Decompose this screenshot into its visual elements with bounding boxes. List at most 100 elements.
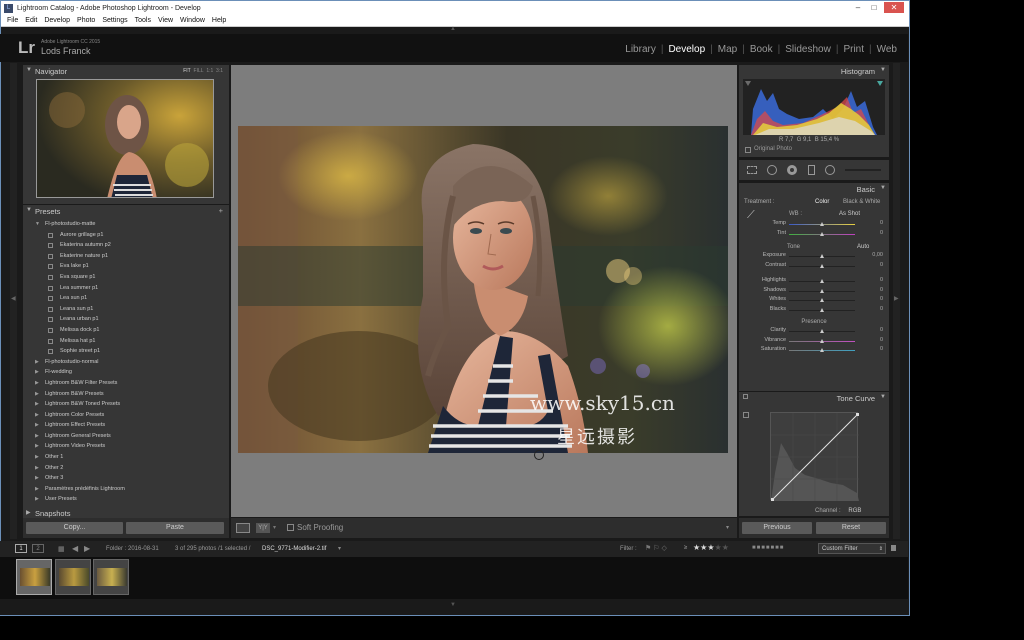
preset-item[interactable]: Ekaterine nature p1 xyxy=(23,251,225,262)
color-label-filter-icon[interactable]: ■■■■■■■ xyxy=(752,545,784,551)
red-eye-icon[interactable] xyxy=(787,165,797,175)
current-filename[interactable]: DSC_9771-Modifier-2.tif xyxy=(262,546,326,552)
histogram-header[interactable]: Histogram ▼ xyxy=(739,65,889,77)
target-adjust-icon[interactable] xyxy=(743,412,749,418)
star-icon[interactable]: ★ xyxy=(707,543,714,552)
snapshots-header[interactable]: ▶ Snapshots xyxy=(23,509,229,518)
filmstrip-thumb-1[interactable] xyxy=(16,559,52,595)
toolbar-menu-icon[interactable]: ▾ xyxy=(726,524,729,531)
graduated-filter-icon[interactable] xyxy=(808,165,815,175)
zoom-fit[interactable]: FIT xyxy=(183,68,191,74)
menu-file[interactable]: File xyxy=(7,17,18,24)
menu-window[interactable]: Window xyxy=(180,17,205,24)
treatment-bw[interactable]: Black & White xyxy=(843,199,880,205)
before-after-icon[interactable]: Y|Y xyxy=(256,523,270,533)
preset-item[interactable]: Eva square p1 xyxy=(23,272,225,283)
radial-filter-icon[interactable] xyxy=(825,165,835,175)
preset-folder[interactable]: ▶ Lightroom B&W Filter Presets xyxy=(23,378,225,389)
slider-saturation[interactable]: Saturation 0 xyxy=(739,346,889,356)
preset-folder[interactable]: ▶ Lightroom Video Presets xyxy=(23,441,225,452)
preset-folder[interactable]: ▶ Lightroom Effect Presets xyxy=(23,420,225,431)
folder-label[interactable]: Folder : 2016-08-31 xyxy=(106,546,159,552)
menu-help[interactable]: Help xyxy=(212,17,226,24)
window-1-button[interactable]: 1 xyxy=(15,544,27,553)
slider-clarity[interactable]: Clarity 0 xyxy=(739,327,889,337)
slider-knob[interactable] xyxy=(819,288,824,293)
bottom-panel-toggle-icon[interactable]: ▼ xyxy=(450,602,456,608)
presets-header[interactable]: ▼ Presets + xyxy=(23,205,229,217)
maximize-button[interactable]: □ xyxy=(867,2,881,13)
paste-button[interactable]: Paste xyxy=(126,522,224,534)
tone-curve-header[interactable]: Tone Curve ▼ xyxy=(739,392,889,404)
auto-tone-button[interactable]: Auto xyxy=(857,244,869,250)
previous-button[interactable]: Previous xyxy=(742,522,812,534)
slider-value[interactable]: 0,00 xyxy=(872,252,883,258)
preset-item[interactable]: Ekaterina autumn p2 xyxy=(23,240,225,251)
slider-contrast[interactable]: Contrast 0 xyxy=(739,262,889,272)
treatment-color[interactable]: Color xyxy=(815,199,829,205)
add-preset-button[interactable]: + xyxy=(219,206,223,215)
preset-folder[interactable]: ▶ Lightroom B&W Toned Presets xyxy=(23,399,225,410)
slider-knob[interactable] xyxy=(819,231,824,236)
slider-value[interactable]: 0 xyxy=(880,287,883,293)
filmstrip-thumb-3[interactable] xyxy=(93,559,129,595)
slider-knob[interactable] xyxy=(819,348,824,352)
brush-slider-icon[interactable] xyxy=(845,169,881,171)
top-panel-toggle-icon[interactable]: ▲ xyxy=(450,26,456,32)
module-print[interactable]: Print xyxy=(838,44,869,55)
image-canvas[interactable]: www.sky15.cn 星远摄影 xyxy=(231,65,737,517)
rating-operator[interactable]: ≥ xyxy=(684,545,687,551)
slider-knob[interactable] xyxy=(819,307,824,312)
tone-curve-toggle-icon[interactable] xyxy=(743,394,748,399)
slider-value[interactable]: 0 xyxy=(880,262,883,268)
module-web[interactable]: Web xyxy=(872,44,902,55)
preset-folder[interactable]: ▶ Other 3 xyxy=(23,473,225,484)
preset-folder[interactable]: ▶ Lightroom General Presets xyxy=(23,431,225,442)
soft-proofing-checkbox[interactable] xyxy=(287,524,294,531)
slider-knob[interactable] xyxy=(819,298,824,302)
reset-button[interactable]: Reset xyxy=(816,522,886,534)
preset-folder[interactable]: ▶ Other 1 xyxy=(23,452,225,463)
slider-value[interactable]: 0 xyxy=(880,337,883,343)
preset-item[interactable]: Eva lake p1 xyxy=(23,261,225,272)
slider-blacks[interactable]: Blacks 0 xyxy=(739,306,889,316)
right-panel-toggle[interactable]: ▶ xyxy=(893,63,900,539)
preset-item[interactable]: Aurore grillage p1 xyxy=(23,230,225,241)
tone-curve-graph[interactable] xyxy=(770,412,859,501)
slider-shadows[interactable]: Shadows 0 xyxy=(739,287,889,297)
flag-filters-icon[interactable]: ⚑ ⚐ ◇ xyxy=(645,544,667,552)
menu-settings[interactable]: Settings xyxy=(102,17,127,24)
menu-photo[interactable]: Photo xyxy=(77,17,95,24)
histogram-graph[interactable] xyxy=(743,79,885,135)
preset-item[interactable]: Sophie street p1 xyxy=(23,346,225,357)
slider-vibrance[interactable]: Vibrance 0 xyxy=(739,337,889,347)
channel-value[interactable]: RGB xyxy=(848,508,861,514)
filter-lock-icon[interactable] xyxy=(891,545,896,551)
preset-item[interactable]: Lea sun p1 xyxy=(23,293,225,304)
star-icon[interactable]: ★ xyxy=(715,543,722,552)
preset-folder[interactable]: ▶ User Presets xyxy=(23,494,225,505)
dropdown-arrow-icon[interactable]: ▾ xyxy=(273,524,276,531)
navigator-preview[interactable] xyxy=(36,79,214,198)
crop-tool-icon[interactable] xyxy=(747,166,757,174)
slider-value[interactable]: 0 xyxy=(880,296,883,302)
slider-highlights[interactable]: Highlights 0 xyxy=(739,277,889,287)
slider-exposure[interactable]: Exposure 0,00 xyxy=(739,252,889,262)
module-slideshow[interactable]: Slideshow xyxy=(780,44,836,55)
slider-knob[interactable] xyxy=(819,338,824,343)
copy-button[interactable]: Copy... xyxy=(26,522,123,534)
module-develop[interactable]: Develop xyxy=(663,44,710,55)
slider-whites[interactable]: Whites 0 xyxy=(739,296,889,306)
zoom-3-1[interactable]: 3:1 xyxy=(216,68,223,74)
slider-value[interactable]: 0 xyxy=(880,230,883,236)
slider-value[interactable]: 0 xyxy=(880,327,883,333)
zoom-fill[interactable]: FILL xyxy=(194,68,204,74)
preset-folder[interactable]: ▶ Lightroom Color Presets xyxy=(23,410,225,421)
slider-value[interactable]: 0 xyxy=(880,277,883,283)
slider-value[interactable]: 0 xyxy=(880,346,883,352)
slider-temp[interactable]: Temp 0 xyxy=(739,220,889,230)
slider-knob[interactable] xyxy=(819,263,824,268)
menu-develop[interactable]: Develop xyxy=(44,17,70,24)
menu-tools[interactable]: Tools xyxy=(135,17,151,24)
slider-knob[interactable] xyxy=(819,254,824,258)
